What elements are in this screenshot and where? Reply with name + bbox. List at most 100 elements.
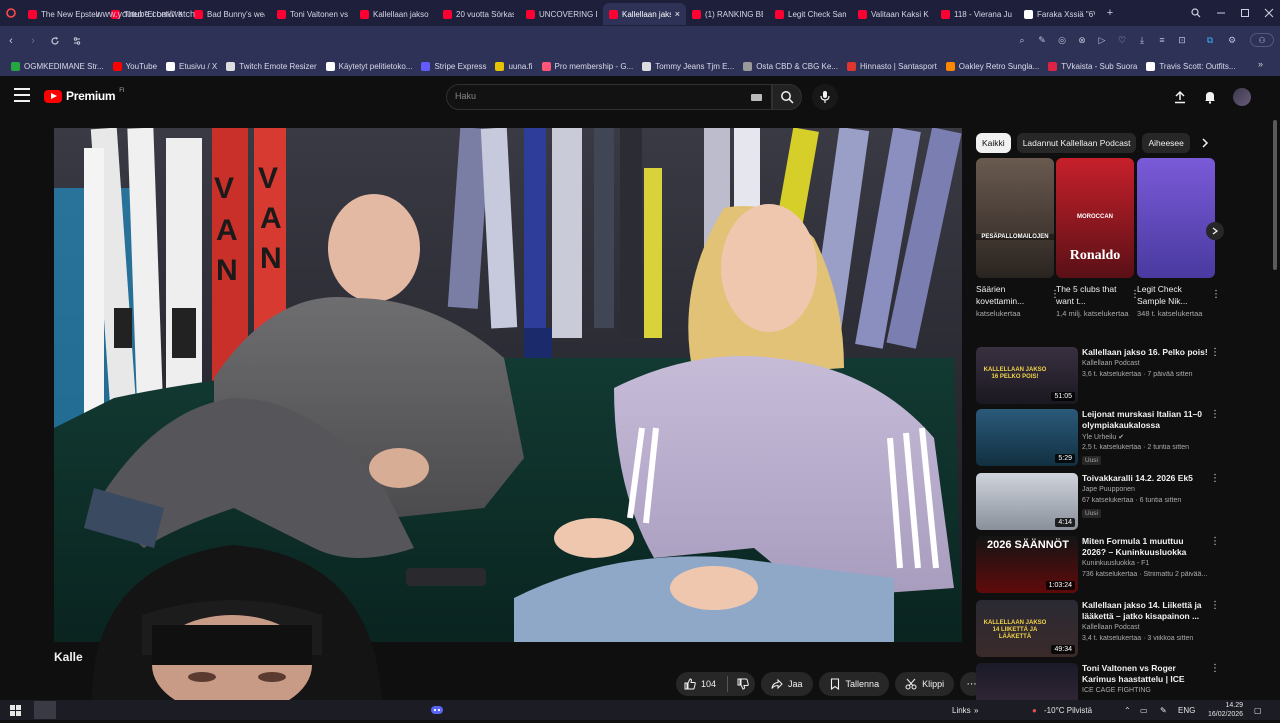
url-field[interactable]: www.youtube.com/watch: [96, 9, 195, 19]
profile-icon[interactable]: ⚇: [1250, 33, 1274, 47]
more-vertical-icon[interactable]: ⋮: [1210, 536, 1220, 547]
recommended-video[interactable]: 4:14 Toivakkaralli 14.2. 2026 Ek5 Jape Puu…: [976, 473, 1220, 533]
bookmark-item[interactable]: uuna.fi: [492, 58, 538, 74]
recommended-video[interactable]: KALLELLAAN JAKSO 14 LIIKETTÄ JA LÄÄKETTÄ…: [976, 600, 1220, 660]
bookmark-item[interactable]: Oakley Retro Sungla...: [943, 58, 1045, 74]
filter-chip[interactable]: Aiheesee: [1142, 133, 1190, 153]
taskbar-links[interactable]: Links: [952, 703, 971, 717]
short-title[interactable]: The 5 clubs that want t...: [1056, 283, 1124, 309]
hamburger-menu-icon[interactable]: [14, 88, 30, 102]
search-button[interactable]: [772, 84, 802, 110]
close-tab-icon[interactable]: ×: [675, 9, 680, 19]
search-icon[interactable]: ⌕: [1015, 33, 1029, 47]
short-thumbnail[interactable]: PESÄPALLOMAILOJEN: [976, 158, 1054, 278]
recommended-video[interactable]: KALLELLAAN JAKSO 16 PELKO POIS! 51:05 Kall…: [976, 347, 1220, 407]
share-button[interactable]: Jaa: [761, 672, 813, 696]
bookmarks-overflow-icon[interactable]: »: [1258, 59, 1263, 69]
browser-tab[interactable]: Kallellaan jakso 15 ×: [603, 3, 686, 25]
video-title-link[interactable]: Kallellaan jakso 16. Pelko pois!: [1082, 347, 1208, 358]
channel-name[interactable]: Kuninkuusluokka - F1: [1082, 560, 1149, 567]
browser-tab[interactable]: The New Epstein: [22, 3, 105, 25]
extension-blue-icon[interactable]: ⧉: [1203, 33, 1217, 47]
channel-name[interactable]: Jape Puupponen: [1082, 486, 1135, 493]
browser-tab[interactable]: (1) RANKING BES: [686, 3, 769, 25]
video-title-link[interactable]: Miten Formula 1 muuttuu 2026? – Kuninkuu…: [1082, 536, 1208, 558]
dislike-button[interactable]: [737, 678, 749, 690]
clip-button[interactable]: Klippi: [895, 672, 955, 696]
chevron-right-icon[interactable]: [1196, 134, 1214, 152]
pen-icon[interactable]: ✎: [1160, 703, 1167, 717]
video-thumbnail[interactable]: KALLELLAAN JAKSO 16 PELKO POIS! 51:05: [976, 347, 1078, 404]
browser-tab[interactable]: Kallellaan jakso 1: [354, 3, 437, 25]
windows-start-icon[interactable]: [10, 703, 21, 717]
short-item[interactable]: MOROCCAN Ronaldo The 5 clubs that want t..…: [1056, 158, 1140, 319]
like-button[interactable]: 104: [684, 678, 716, 690]
new-tab-button[interactable]: +: [1101, 7, 1119, 19]
download-icon[interactable]: ⤓: [1135, 33, 1149, 47]
bookmark-item[interactable]: Hinnasto | Santasport: [844, 58, 943, 74]
browser-tab[interactable]: Legit Check Samp: [769, 3, 852, 25]
discord-icon[interactable]: [431, 703, 443, 717]
short-thumbnail[interactable]: MOROCCAN Ronaldo: [1056, 158, 1134, 278]
keyboard-icon[interactable]: [751, 94, 762, 101]
video-title-link[interactable]: Toivakkaralli 14.2. 2026 Ek5: [1082, 473, 1208, 484]
browser-tab[interactable]: 118 - Vierana Ju: [935, 3, 1018, 25]
video-title-link[interactable]: Kallellaan jakso 14. Liikettä ja lääkett…: [1082, 600, 1208, 622]
video-thumbnail[interactable]: 2026 SÄÄNNÖT 1:03:24: [976, 536, 1078, 593]
bookmark-item[interactable]: Etusivu / X: [163, 58, 223, 74]
channel-name[interactable]: ICE CAGE FIGHTING: [1082, 687, 1151, 694]
lang-indicator[interactable]: ENG: [1178, 703, 1195, 717]
weather-text[interactable]: -10°C Pilvistä: [1044, 703, 1092, 717]
bookmark-item[interactable]: OGMKEDIMANE Str...: [8, 58, 110, 74]
camera-icon[interactable]: ◎: [1055, 33, 1069, 47]
browser-tab[interactable]: Valitaan Kaksi Kai: [852, 3, 935, 25]
short-item[interactable]: PESÄPALLOMAILOJEN Säärien kovettamin... ka…: [976, 158, 1060, 319]
more-vertical-icon[interactable]: ⋮: [1210, 347, 1220, 358]
video-thumbnail[interactable]: KALLELLAAN JAKSO 14 LIIKETTÄ JA LÄÄKETTÄ…: [976, 600, 1078, 657]
more-vertical-icon[interactable]: ⋮: [1210, 600, 1220, 611]
short-thumbnail[interactable]: [1137, 158, 1215, 278]
browser-tab[interactable]: Faraka Xssiä "6V: [1018, 3, 1101, 25]
bookmark-item[interactable]: Stripe Express: [418, 58, 492, 74]
back-arrow-icon[interactable]: ‹: [0, 30, 22, 52]
video-thumbnail[interactable]: 5:29: [976, 409, 1078, 466]
scrollbar-thumb[interactable]: [1273, 120, 1277, 270]
edit-icon[interactable]: ✎: [1035, 33, 1049, 47]
weather-icon[interactable]: ●: [1032, 703, 1037, 717]
search-box[interactable]: [446, 84, 772, 110]
save-button[interactable]: Tallenna: [818, 672, 890, 696]
video-thumbnail[interactable]: 4:14: [976, 473, 1078, 530]
short-title[interactable]: Säärien kovettamin...: [976, 283, 1044, 309]
lock-icon[interactable]: ⊡: [1175, 33, 1189, 47]
more-vertical-icon[interactable]: ⋮: [1210, 473, 1220, 484]
reload-icon[interactable]: [44, 30, 66, 52]
network-icon[interactable]: ▭: [1140, 703, 1148, 717]
bookmark-item[interactable]: Tommy Jeans Tjm E...: [639, 58, 740, 74]
more-vertical-icon[interactable]: ⋮: [1210, 663, 1220, 674]
taskbar-app-icon[interactable]: [34, 701, 56, 719]
site-info-icon[interactable]: [66, 30, 88, 52]
browser-tab[interactable]: 20 vuotta Sörkas: [437, 3, 520, 25]
bookmark-item[interactable]: Twitch Emote Resizer: [223, 58, 322, 74]
play-icon[interactable]: ▷: [1095, 33, 1109, 47]
channel-name[interactable]: Yle Urheilu ✔: [1082, 433, 1124, 441]
recommended-video[interactable]: 5:29 Leijonat murskasi Italian 11–0 olymp…: [976, 409, 1220, 469]
close-button[interactable]: [1255, 0, 1280, 26]
bookmark-item[interactable]: Pro membership - G...: [539, 58, 640, 74]
video-title-link[interactable]: Toni Valtonen vs Roger Karimus haastatte…: [1082, 663, 1208, 685]
video-title-link[interactable]: Leijonat murskasi Italian 11–0 olympiaka…: [1082, 409, 1208, 431]
short-title[interactable]: Legit Check Sample Nik...: [1137, 283, 1205, 309]
filter-chip[interactable]: Ladannut Kallellaan Podcast: [1016, 133, 1137, 153]
more-vertical-icon[interactable]: ⋮: [1211, 289, 1221, 300]
bookmark-item[interactable]: Osta CBD & CBG Ke...: [740, 58, 844, 74]
bookmark-item[interactable]: TVkaista - Sub Suora: [1045, 58, 1143, 74]
links-chevron-icon[interactable]: »: [974, 703, 978, 717]
browser-tab[interactable]: Bad Bunny's weal: [188, 3, 271, 25]
bookmark-item[interactable]: YouTube: [110, 58, 163, 74]
extension-icon[interactable]: ⊗: [1075, 33, 1089, 47]
browser-tab[interactable]: Toni Valtonen vs R: [271, 3, 354, 25]
notifications-bell-icon[interactable]: [1200, 87, 1220, 107]
more-vertical-icon[interactable]: ⋮: [1210, 409, 1220, 420]
voice-search-button[interactable]: [812, 84, 838, 110]
upload-icon[interactable]: [1170, 87, 1190, 107]
